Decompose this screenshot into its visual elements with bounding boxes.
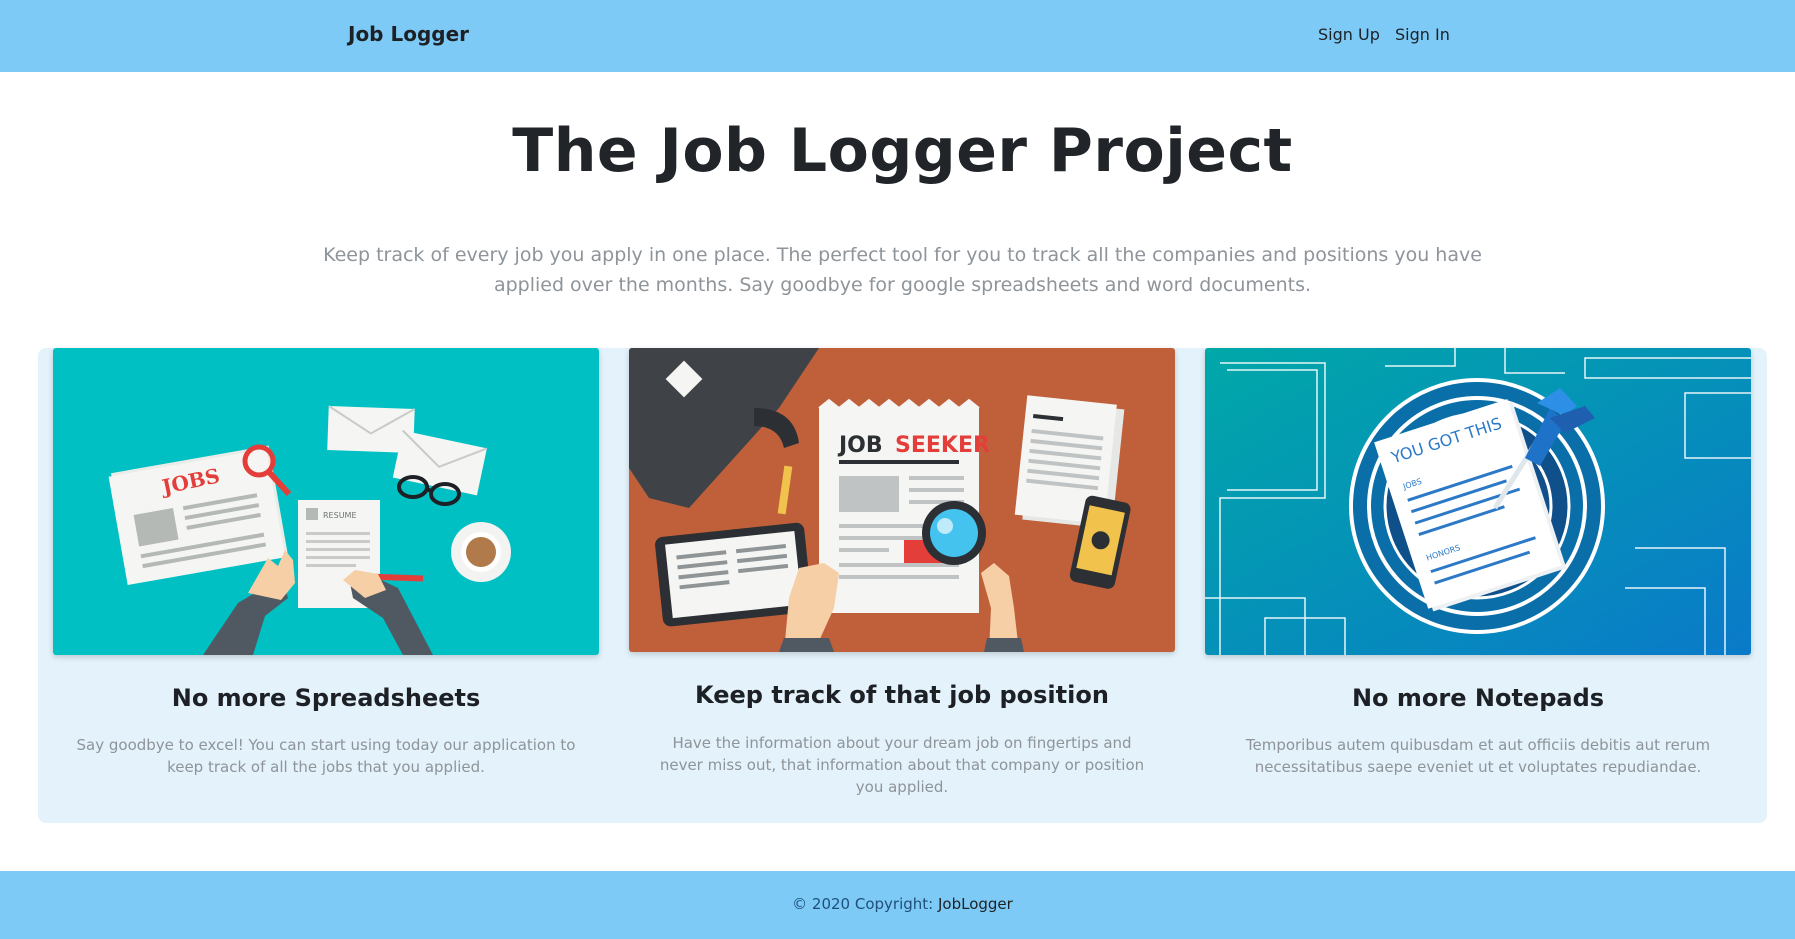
resume-label: RESUME — [323, 511, 357, 520]
seeker-label: SEEKER — [895, 433, 990, 458]
job-label: JOB — [837, 433, 883, 458]
features-section: JOBS RESUME JOB SEEKER YOU GOT THIS JOBS… — [38, 348, 1767, 823]
sign-in-link[interactable]: Sign In — [1395, 25, 1450, 44]
copyright-text: © 2020 Copyright: — [792, 895, 938, 913]
card-title-spreadsheets: No more Spreadsheets — [171, 684, 481, 712]
navbar: Job Logger Sign Up Sign In — [0, 0, 1795, 72]
brand-link[interactable]: Job Logger — [348, 22, 469, 46]
footer-copyright: © 2020 Copyright: JobLogger — [0, 895, 1795, 913]
footer-joblogger-link[interactable]: JobLogger — [938, 895, 1013, 913]
job-seeker-illustration: JOB SEEKER — [629, 348, 1175, 652]
card-title-notepads: No more Notepads — [1351, 684, 1605, 712]
page-subtitle: Keep track of every job you apply in one… — [323, 244, 1482, 296]
page-title: The Job Logger Project — [512, 116, 1293, 186]
you-got-this-illustration: YOU GOT THIS JOBS HONORS — [1205, 348, 1751, 655]
card-text-notepads: Temporibus autem quibusdam et aut offici… — [1245, 736, 1711, 776]
card-text-job-position: Have the information about your dream jo… — [659, 734, 1145, 796]
sign-up-link[interactable]: Sign Up — [1318, 25, 1380, 44]
footer: © 2020 Copyright: JobLogger — [0, 871, 1795, 939]
card-text-spreadsheets: Say goodbye to excel! You can start usin… — [76, 736, 576, 776]
spreadsheets-illustration: JOBS RESUME — [53, 348, 599, 655]
card-title-job-position: Keep track of that job position — [695, 681, 1109, 709]
